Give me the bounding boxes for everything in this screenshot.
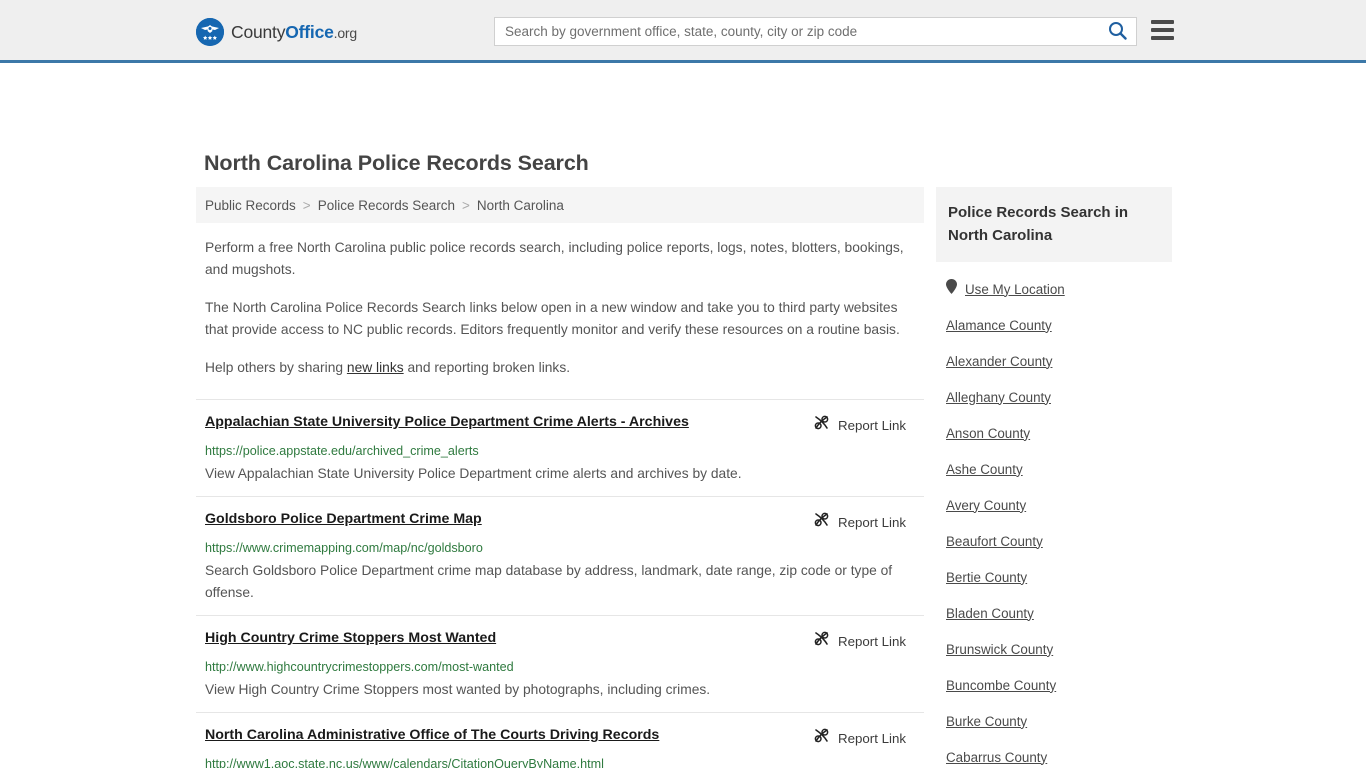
report-link-label: Report Link xyxy=(838,514,906,530)
sidebar-county-list: Use My Location Alamance County Alexande… xyxy=(936,262,1172,768)
broken-link-icon xyxy=(813,511,830,533)
brand-part-org: .org xyxy=(333,24,358,41)
brand-part-office: Office xyxy=(285,21,334,42)
page-title: North Carolina Police Records Search xyxy=(204,151,589,175)
result-title-link[interactable]: North Carolina Administrative Office of … xyxy=(205,726,659,745)
result-item: High Country Crime Stoppers Most Wanted … xyxy=(196,615,924,712)
county-link[interactable]: Burke County xyxy=(946,714,1027,729)
breadcrumb-item-public-records[interactable]: Public Records xyxy=(205,198,296,213)
sidebar-item-use-my-location[interactable]: Use My Location xyxy=(936,271,1172,307)
hamburger-menu-icon[interactable] xyxy=(1151,20,1174,40)
result-item: Appalachian State University Police Depa… xyxy=(196,399,924,496)
intro-paragraph-1: Perform a free North Carolina public pol… xyxy=(205,240,904,277)
intro-paragraph-3: Help others by sharing new links and rep… xyxy=(196,357,924,379)
site-header: CountyOffice.org xyxy=(0,0,1366,63)
sidebar-item-county[interactable]: Alleghany County xyxy=(936,379,1172,415)
report-link-label: Report Link xyxy=(838,633,906,649)
report-link-button[interactable]: Report Link xyxy=(813,511,906,533)
county-link[interactable]: Alamance County xyxy=(946,318,1052,333)
result-header: North Carolina Administrative Office of … xyxy=(205,726,915,749)
result-item: North Carolina Administrative Office of … xyxy=(196,712,924,768)
sidebar-item-county[interactable]: Bladen County xyxy=(936,595,1172,631)
result-description: Search Goldsboro Police Department crime… xyxy=(205,563,893,600)
hamburger-bar-2 xyxy=(1151,28,1174,32)
result-header: Appalachian State University Police Depa… xyxy=(205,413,915,436)
hamburger-bar-3 xyxy=(1151,36,1174,40)
county-link[interactable]: Buncombe County xyxy=(946,678,1056,693)
report-link-label: Report Link xyxy=(838,417,906,433)
sidebar-item-county[interactable]: Bertie County xyxy=(936,559,1172,595)
result-header: High Country Crime Stoppers Most Wanted … xyxy=(205,629,915,652)
county-link[interactable]: Beaufort County xyxy=(946,534,1043,549)
hamburger-bar-1 xyxy=(1151,20,1174,24)
result-title-link[interactable]: Goldsboro Police Department Crime Map xyxy=(205,510,482,529)
breadcrumb-item-north-carolina: North Carolina xyxy=(476,197,564,213)
sidebar-item-county[interactable]: Cabarrus County xyxy=(936,739,1172,768)
intro-p3-before: Help others by sharing xyxy=(205,360,347,375)
result-url: http://www1.aoc.state.nc.us/www/calendar… xyxy=(205,757,604,768)
main-column: Public Records > Police Records Search >… xyxy=(196,187,924,768)
county-link[interactable]: Brunswick County xyxy=(946,642,1053,657)
brand-part-county: County xyxy=(231,21,286,42)
sidebar-item-county[interactable]: Avery County xyxy=(936,487,1172,523)
intro-paragraph-2: The North Carolina Police Records Search… xyxy=(205,300,900,337)
new-links-link[interactable]: new links xyxy=(347,360,404,375)
breadcrumb: Public Records > Police Records Search >… xyxy=(196,187,924,223)
result-header: Goldsboro Police Department Crime Map Re… xyxy=(205,510,915,533)
breadcrumb-separator-1: > xyxy=(302,197,311,213)
result-title-link[interactable]: Appalachian State University Police Depa… xyxy=(205,413,689,432)
sidebar-item-county[interactable]: Ashe County xyxy=(936,451,1172,487)
county-link[interactable]: Bertie County xyxy=(946,570,1027,585)
county-link[interactable]: Alexander County xyxy=(946,354,1052,369)
search-button[interactable] xyxy=(1098,18,1136,45)
result-item: Goldsboro Police Department Crime Map Re… xyxy=(196,496,924,615)
results-list: Appalachian State University Police Depa… xyxy=(196,395,924,768)
sidebar-item-county[interactable]: Beaufort County xyxy=(936,523,1172,559)
sidebar-heading: Police Records Search in North Carolina xyxy=(936,187,1172,262)
sidebar-item-county[interactable]: Alexander County xyxy=(936,343,1172,379)
sidebar-item-county[interactable]: Anson County xyxy=(936,415,1172,451)
result-url: https://police.appstate.edu/archived_cri… xyxy=(205,444,479,458)
sidebar-item-county[interactable]: Brunswick County xyxy=(936,631,1172,667)
broken-link-icon xyxy=(813,414,830,436)
site-logo-wordmark: CountyOffice.org xyxy=(231,22,357,43)
county-link[interactable]: Cabarrus County xyxy=(946,750,1047,765)
broken-link-icon xyxy=(813,630,830,652)
county-link[interactable]: Ashe County xyxy=(946,462,1023,477)
result-description: View High Country Crime Stoppers most wa… xyxy=(205,682,711,697)
eagle-shield-logo-icon xyxy=(196,18,224,46)
result-title-link[interactable]: High Country Crime Stoppers Most Wanted xyxy=(205,629,496,648)
sidebar-item-county[interactable]: Burke County xyxy=(936,703,1172,739)
site-logo-link[interactable]: CountyOffice.org xyxy=(196,18,357,46)
breadcrumb-separator-2: > xyxy=(462,197,470,213)
result-url: https://www.crimemapping.com/map/nc/gold… xyxy=(205,541,483,555)
sidebar-item-county[interactable]: Buncombe County xyxy=(936,667,1172,703)
sidebar-item-county[interactable]: Alamance County xyxy=(936,307,1172,343)
county-link[interactable]: Avery County xyxy=(946,498,1026,513)
intro-p3-after: and reporting broken links. xyxy=(403,360,571,375)
map-pin-icon xyxy=(946,279,957,299)
breadcrumb-item-police-records-search[interactable]: Police Records Search xyxy=(318,198,455,213)
use-my-location-link[interactable]: Use My Location xyxy=(965,282,1065,297)
sidebar: Police Records Search in North Carolina … xyxy=(936,187,1172,768)
search-input[interactable] xyxy=(495,18,1098,45)
search-bar[interactable] xyxy=(494,17,1137,46)
report-link-button[interactable]: Report Link xyxy=(813,414,906,436)
county-link[interactable]: Anson County xyxy=(946,426,1030,441)
result-url: http://www.highcountrycrimestoppers.com/… xyxy=(205,660,514,674)
county-link[interactable]: Bladen County xyxy=(946,606,1034,621)
search-icon xyxy=(1108,21,1127,43)
county-link[interactable]: Alleghany County xyxy=(946,390,1051,405)
report-link-label: Report Link xyxy=(838,730,906,746)
report-link-button[interactable]: Report Link xyxy=(813,727,906,749)
report-link-button[interactable]: Report Link xyxy=(813,630,906,652)
broken-link-icon xyxy=(813,727,830,749)
result-description: View Appalachian State University Police… xyxy=(205,466,742,481)
intro-section: Perform a free North Carolina public pol… xyxy=(196,223,924,379)
